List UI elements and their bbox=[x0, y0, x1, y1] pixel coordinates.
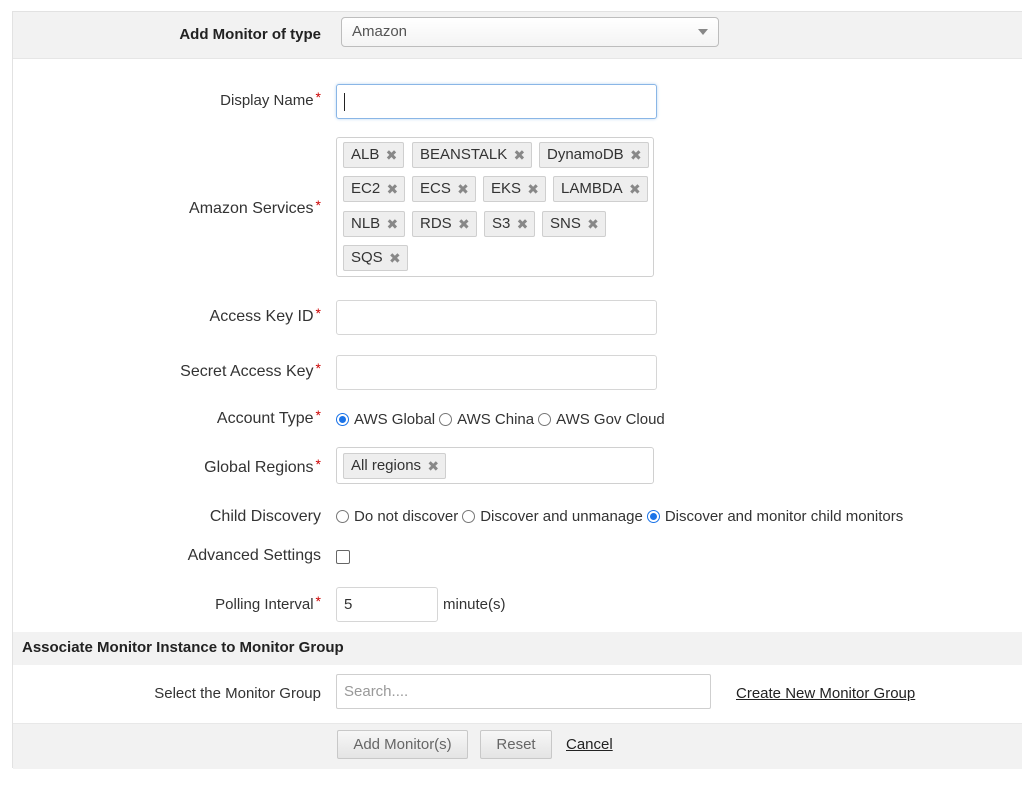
remove-icon[interactable]: ✖ bbox=[386, 177, 398, 201]
amazon-services-label: Amazon Services * bbox=[189, 197, 321, 217]
radio-button[interactable] bbox=[646, 510, 660, 523]
account-type-label: Account Type * bbox=[216, 407, 321, 427]
access-key-id-label: Access Key ID * bbox=[209, 305, 321, 325]
service-tag: ALB ✖ bbox=[343, 142, 405, 168]
remove-icon[interactable]: ✖ bbox=[629, 177, 641, 201]
account-type-option[interactable]: AWS Gov Cloud bbox=[538, 411, 665, 428]
radio-button[interactable] bbox=[462, 510, 476, 523]
child-discovery-radio-group: Do not discover Discover and unmanage Di… bbox=[336, 508, 907, 525]
secret-access-key-input[interactable] bbox=[336, 355, 657, 390]
service-tag: NLB ✖ bbox=[343, 211, 406, 237]
display-name-label: Display Name * bbox=[220, 89, 321, 109]
add-monitor-button[interactable]: Add Monitor(s) bbox=[337, 730, 468, 759]
service-tag: DynamoDB ✖ bbox=[539, 142, 649, 168]
polling-interval-label: Polling Interval * bbox=[215, 593, 321, 613]
remove-icon[interactable]: ✖ bbox=[427, 454, 439, 478]
remove-icon[interactable]: ✖ bbox=[386, 212, 398, 236]
service-tag: SNS ✖ bbox=[542, 211, 606, 237]
service-tag: RDS ✖ bbox=[412, 211, 477, 237]
service-tag: SQS ✖ bbox=[343, 245, 408, 271]
cancel-link[interactable]: Cancel bbox=[566, 736, 613, 753]
remove-icon[interactable]: ✖ bbox=[458, 212, 470, 236]
service-tag: EC2 ✖ bbox=[343, 176, 406, 202]
access-key-id-input[interactable] bbox=[336, 300, 657, 335]
region-tag: All regions ✖ bbox=[343, 453, 447, 479]
advanced-settings-label: Advanced Settings bbox=[187, 547, 321, 564]
polling-interval-unit: minute(s) bbox=[443, 596, 506, 613]
radio-button[interactable] bbox=[336, 413, 349, 426]
service-tag: LAMBDA ✖ bbox=[553, 176, 648, 202]
remove-icon[interactable]: ✖ bbox=[517, 212, 529, 236]
child-discovery-option[interactable]: Discover and monitor child monitors bbox=[646, 508, 903, 525]
remove-icon[interactable]: ✖ bbox=[630, 143, 642, 167]
radio-button[interactable] bbox=[439, 413, 453, 426]
chevron-down-icon bbox=[698, 29, 708, 35]
create-monitor-group-link[interactable]: Create New Monitor Group bbox=[736, 685, 915, 702]
monitor-group-search-input[interactable]: Search.... bbox=[336, 674, 711, 709]
remove-icon[interactable]: ✖ bbox=[386, 143, 398, 167]
monitor-type-value: Amazon bbox=[352, 23, 408, 40]
polling-interval-input[interactable]: 5 bbox=[336, 587, 438, 622]
service-tag: S3 ✖ bbox=[484, 211, 536, 237]
text-cursor bbox=[344, 93, 345, 111]
remove-icon[interactable]: ✖ bbox=[527, 177, 539, 201]
remove-icon[interactable]: ✖ bbox=[389, 246, 401, 270]
radio-button[interactable] bbox=[538, 413, 552, 426]
display-name-input[interactable] bbox=[336, 84, 657, 119]
child-discovery-label: Child Discovery bbox=[209, 508, 321, 525]
monitor-type-label: Add Monitor of type bbox=[179, 26, 321, 43]
radio-button[interactable] bbox=[336, 510, 349, 523]
global-regions-label: Global Regions * bbox=[204, 456, 321, 476]
service-tag: BEANSTALK ✖ bbox=[412, 142, 533, 168]
service-tag: ECS ✖ bbox=[412, 176, 476, 202]
account-type-option[interactable]: AWS Global bbox=[336, 411, 435, 428]
reset-button[interactable]: Reset bbox=[480, 730, 552, 759]
secret-access-key-label: Secret Access Key * bbox=[180, 360, 321, 380]
remove-icon[interactable]: ✖ bbox=[587, 212, 599, 236]
monitor-type-select[interactable]: Amazon bbox=[341, 17, 719, 47]
service-tag: EKS ✖ bbox=[483, 176, 547, 202]
child-discovery-option[interactable]: Discover and unmanage bbox=[462, 508, 643, 525]
account-type-option[interactable]: AWS China bbox=[439, 411, 534, 428]
account-type-radio-group: AWS Global AWS China AWS Gov Cloud bbox=[336, 411, 669, 428]
advanced-settings-checkbox[interactable] bbox=[336, 550, 350, 564]
remove-icon[interactable]: ✖ bbox=[514, 143, 526, 167]
child-discovery-option[interactable]: Do not discover bbox=[336, 508, 458, 525]
associate-section-title: Associate Monitor Instance to Monitor Gr… bbox=[22, 639, 344, 656]
select-monitor-group-label: Select the Monitor Group bbox=[154, 685, 321, 702]
remove-icon[interactable]: ✖ bbox=[457, 177, 469, 201]
